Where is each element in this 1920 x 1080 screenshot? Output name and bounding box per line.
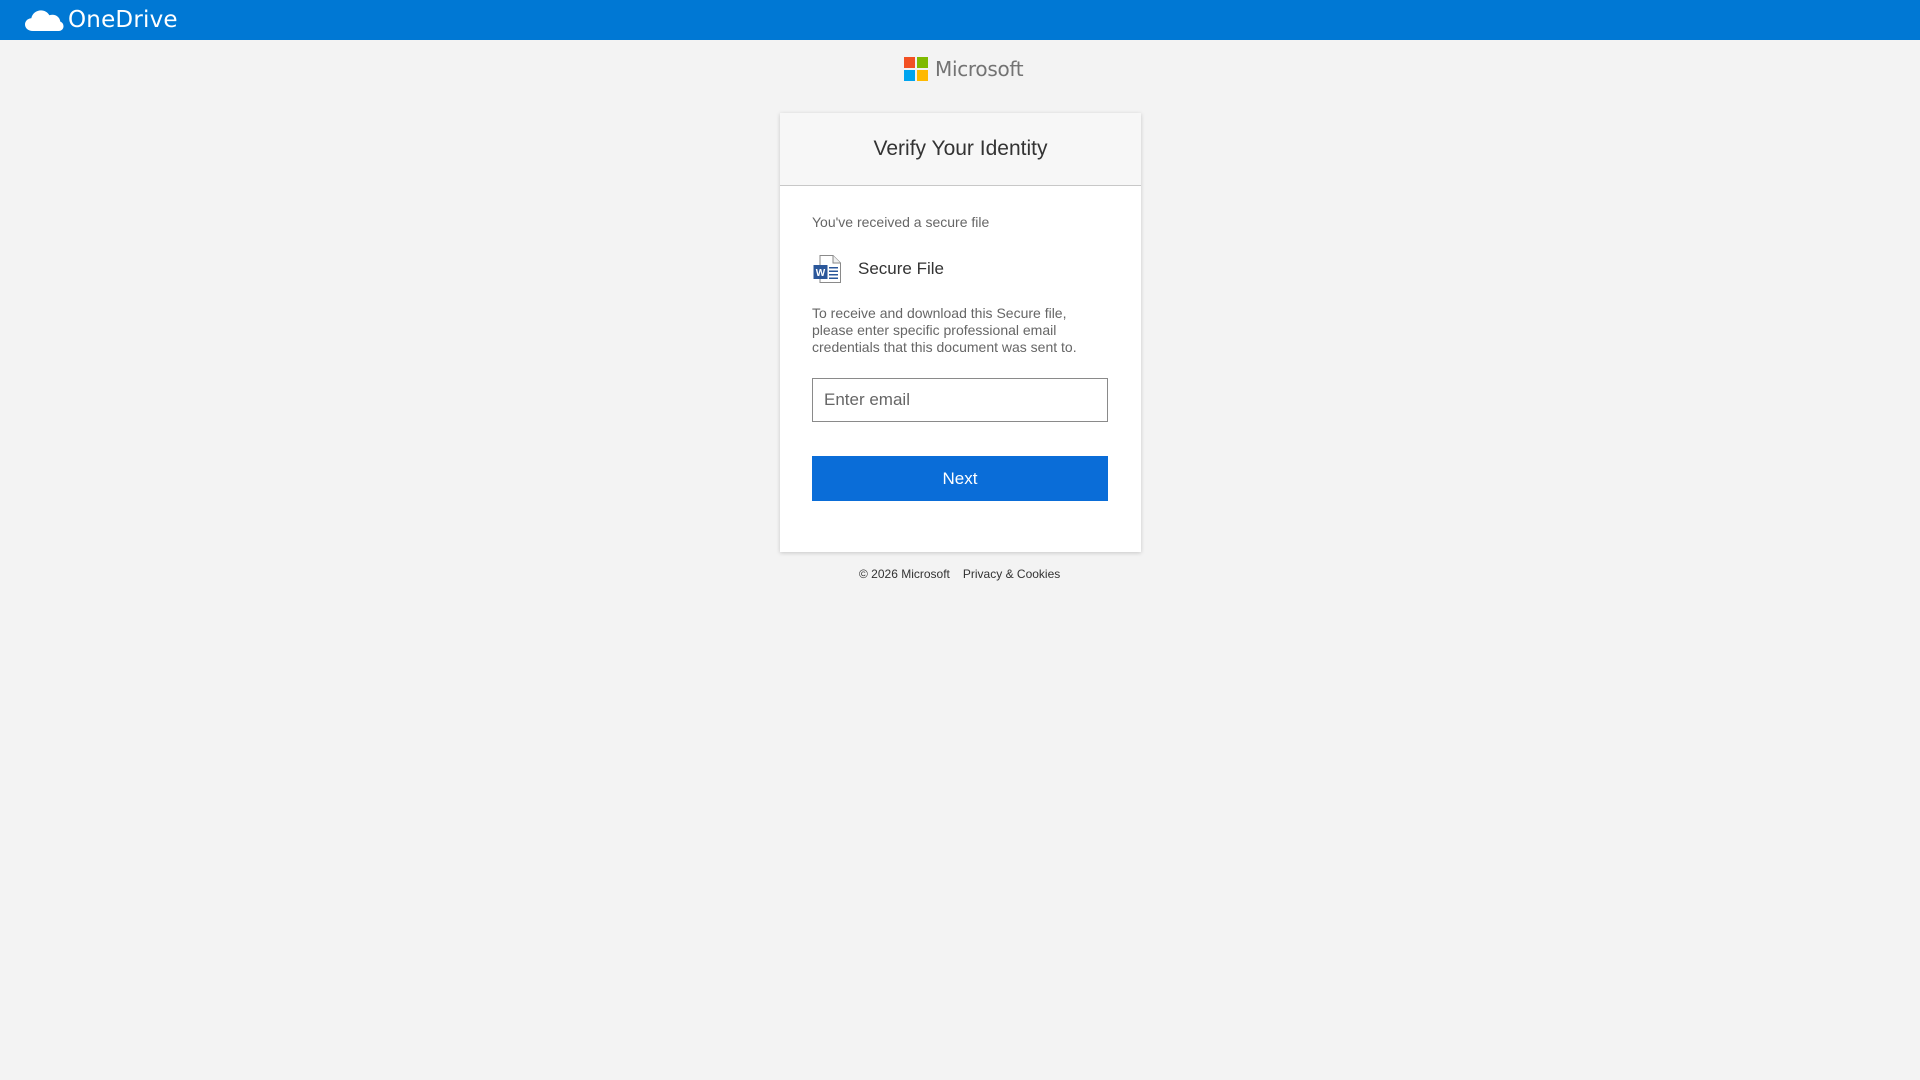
top-bar: OneDrive bbox=[0, 0, 1920, 40]
onedrive-brand-name: OneDrive bbox=[68, 7, 178, 33]
next-button[interactable]: Next bbox=[812, 456, 1108, 501]
word-document-icon: W bbox=[813, 255, 841, 283]
microsoft-squares-icon bbox=[904, 57, 928, 81]
onedrive-home-link[interactable]: OneDrive bbox=[24, 7, 178, 33]
card-body: You've received a secure file W Secure F… bbox=[780, 186, 1141, 501]
onedrive-cloud-icon bbox=[25, 10, 64, 31]
footer: © 2026 Microsoft Privacy & Cookies bbox=[859, 567, 1060, 581]
email-input[interactable] bbox=[812, 378, 1108, 422]
page-title: Verify Your Identity bbox=[873, 137, 1048, 160]
file-name: Secure File bbox=[858, 259, 944, 278]
received-file-text: You've received a secure file bbox=[812, 214, 990, 230]
microsoft-logo: Microsoft bbox=[904, 57, 1024, 81]
instructions-text: To receive and download this Secure file… bbox=[812, 305, 1077, 355]
microsoft-wordmark: Microsoft bbox=[935, 57, 1024, 81]
privacy-cookies-link[interactable]: Privacy & Cookies bbox=[963, 567, 1060, 581]
secure-file-item: W Secure File bbox=[812, 254, 1109, 284]
verify-identity-card: Verify Your Identity You've received a s… bbox=[780, 113, 1141, 552]
svg-text:W: W bbox=[816, 268, 826, 279]
card-header: Verify Your Identity bbox=[780, 113, 1141, 186]
copyright-text: © 2026 Microsoft bbox=[859, 567, 950, 581]
